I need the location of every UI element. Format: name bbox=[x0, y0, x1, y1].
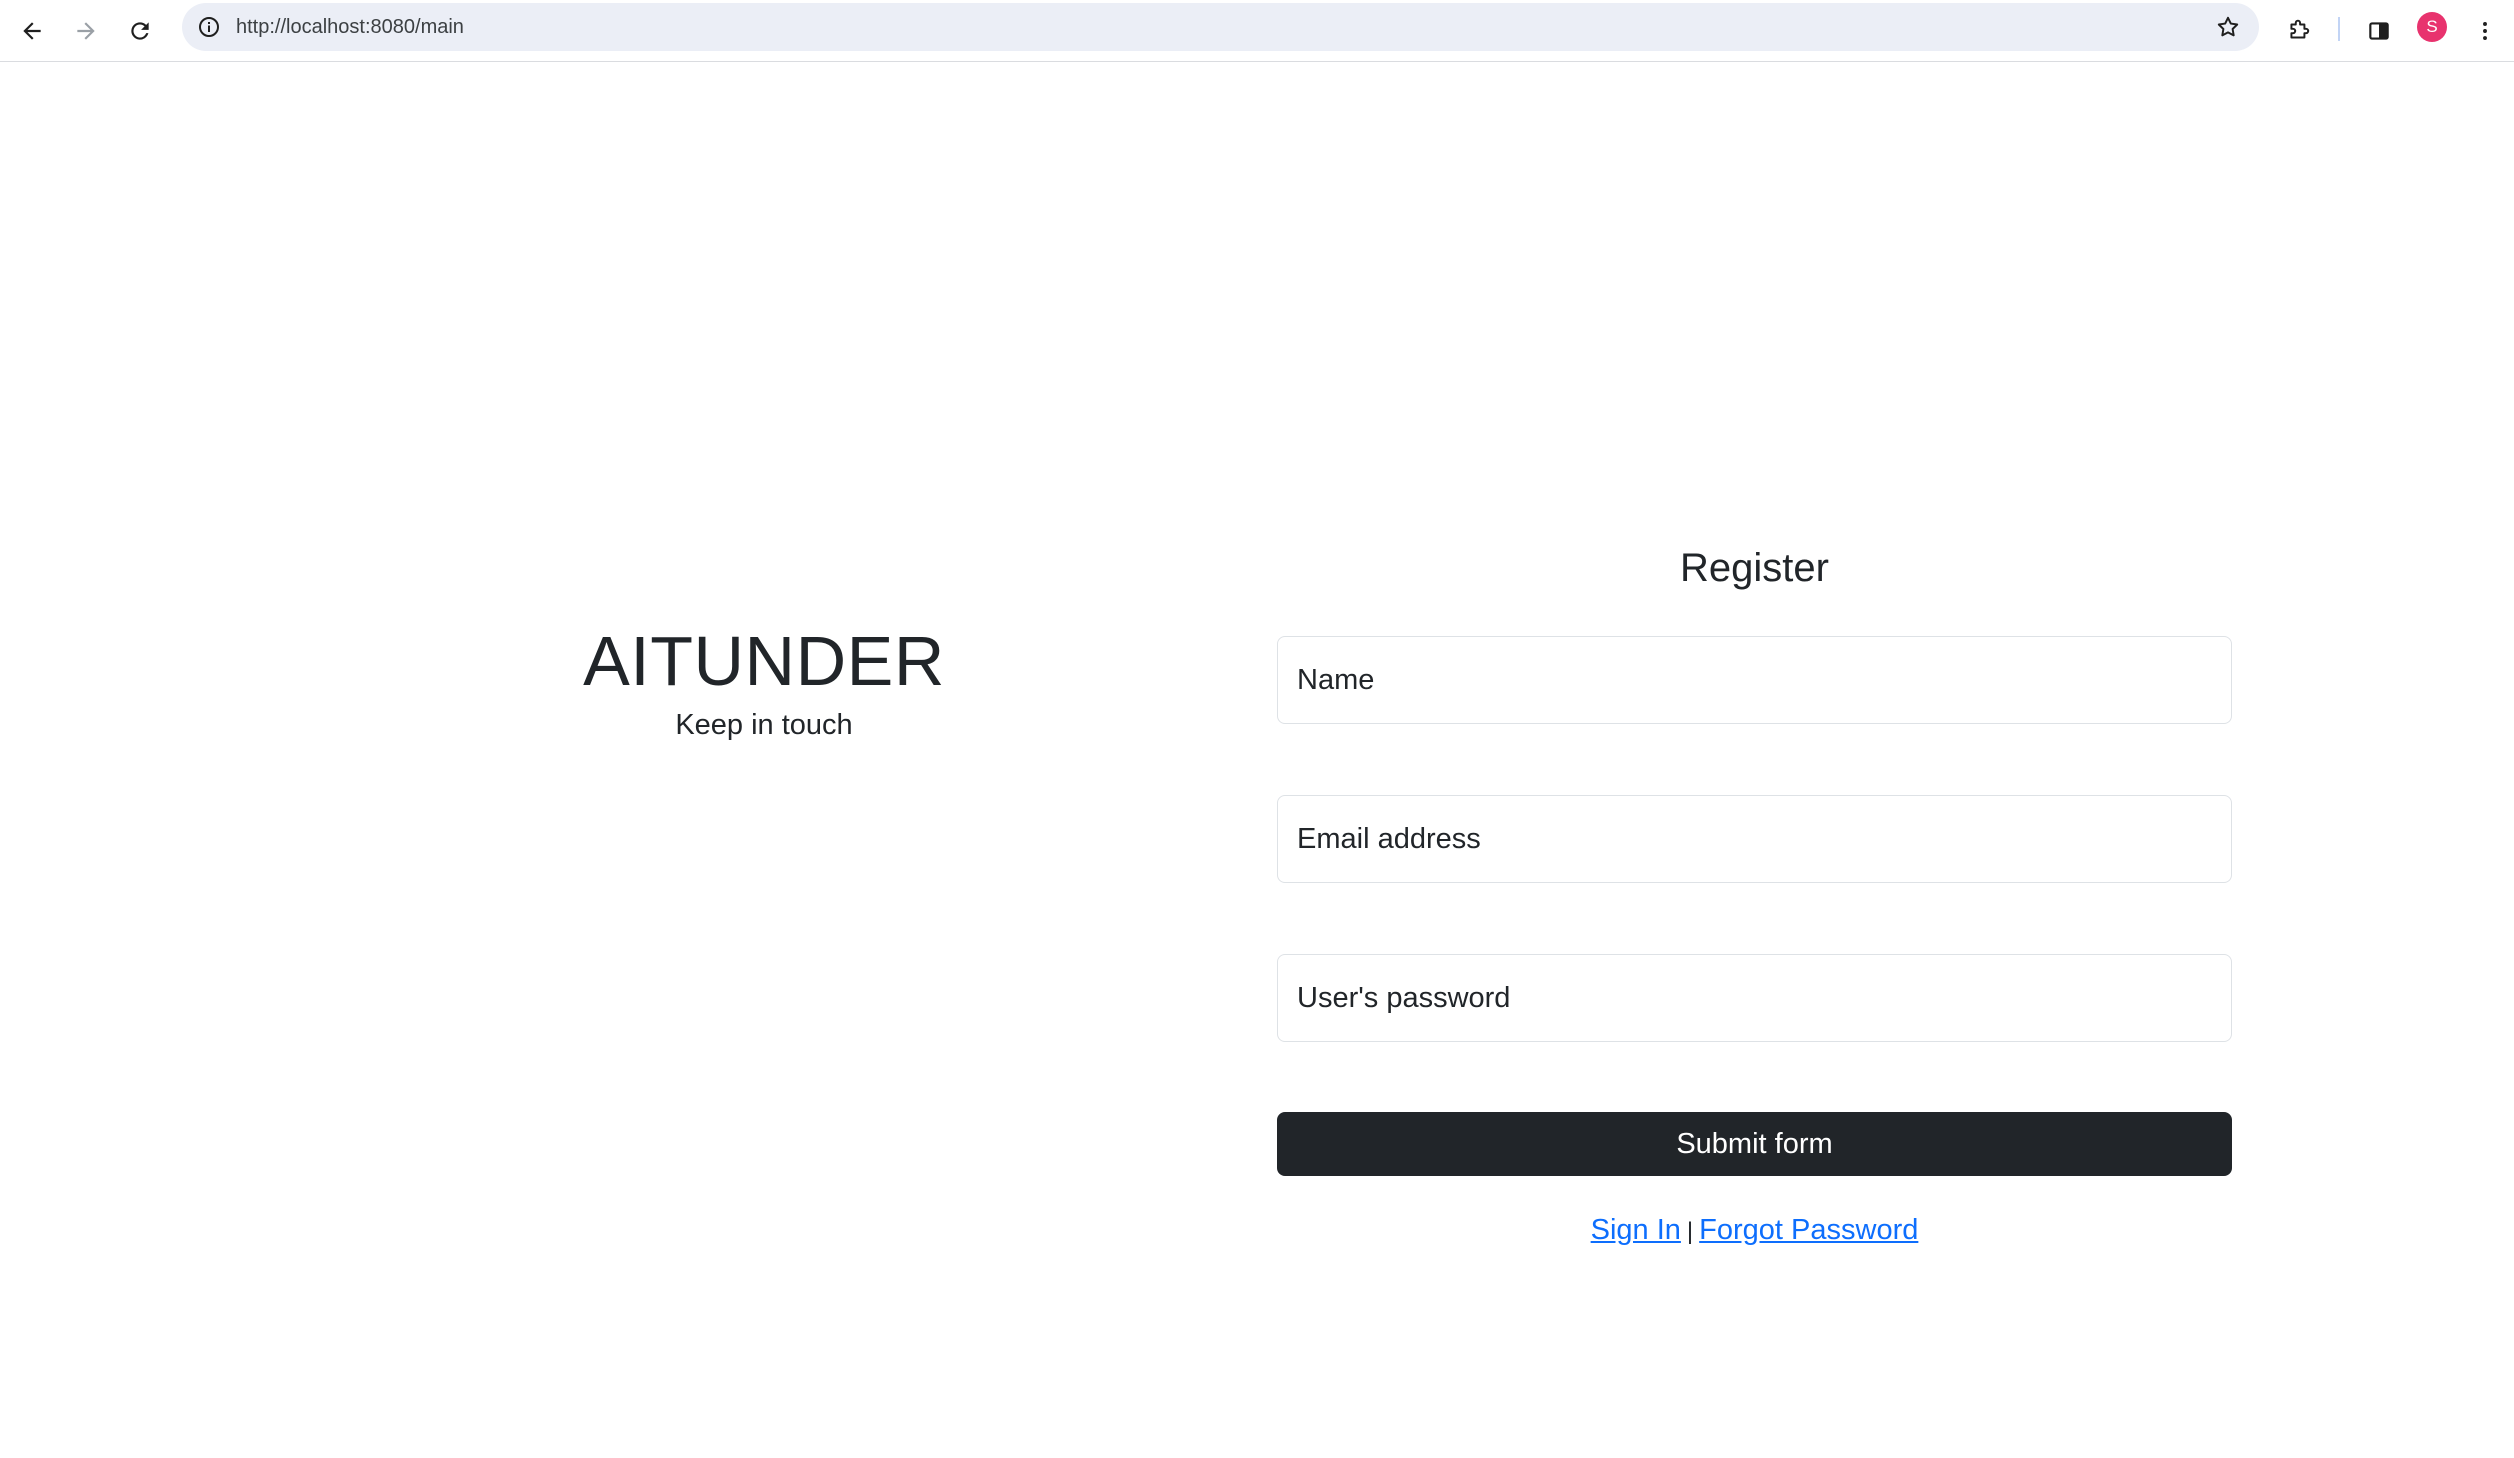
auth-links: Sign In | Forgot Password bbox=[1277, 1210, 2232, 1252]
address-bar[interactable]: http://localhost:8080/main bbox=[182, 3, 2259, 51]
profile-avatar[interactable]: S bbox=[2417, 12, 2447, 42]
browser-toolbar: http://localhost:8080/main S bbox=[0, 0, 2514, 62]
submit-button[interactable]: Submit form bbox=[1277, 1112, 2232, 1176]
site-info-icon[interactable] bbox=[196, 14, 222, 40]
reload-icon[interactable] bbox=[120, 11, 160, 51]
extensions-icon[interactable] bbox=[2279, 11, 2319, 51]
more-vert-icon[interactable] bbox=[2465, 11, 2505, 51]
sign-in-link[interactable]: Sign In bbox=[1591, 1214, 1681, 1246]
password-input[interactable] bbox=[1277, 954, 2232, 1042]
brand-title: AITUNDER bbox=[583, 622, 945, 700]
side-panel-icon[interactable] bbox=[2359, 11, 2399, 51]
register-form: Register Submit form Sign In|Forgot Pass… bbox=[1277, 534, 2232, 1246]
brand-tagline: Keep in touch bbox=[675, 709, 853, 741]
toolbar-divider bbox=[2338, 17, 2340, 41]
forward-arrow-icon[interactable] bbox=[66, 11, 106, 51]
url-text[interactable]: http://localhost:8080/main bbox=[236, 3, 464, 51]
forgot-password-link[interactable]: Forgot Password bbox=[1699, 1214, 1918, 1246]
name-input[interactable] bbox=[1277, 636, 2232, 724]
brand-block: AITUNDER Keep in touch bbox=[564, 620, 964, 745]
link-separator: | bbox=[1686, 1218, 1694, 1245]
form-title: Register bbox=[1680, 546, 1829, 590]
back-arrow-icon[interactable] bbox=[12, 11, 52, 51]
email-input[interactable] bbox=[1277, 795, 2232, 883]
bookmark-star-icon[interactable] bbox=[2215, 14, 2241, 40]
